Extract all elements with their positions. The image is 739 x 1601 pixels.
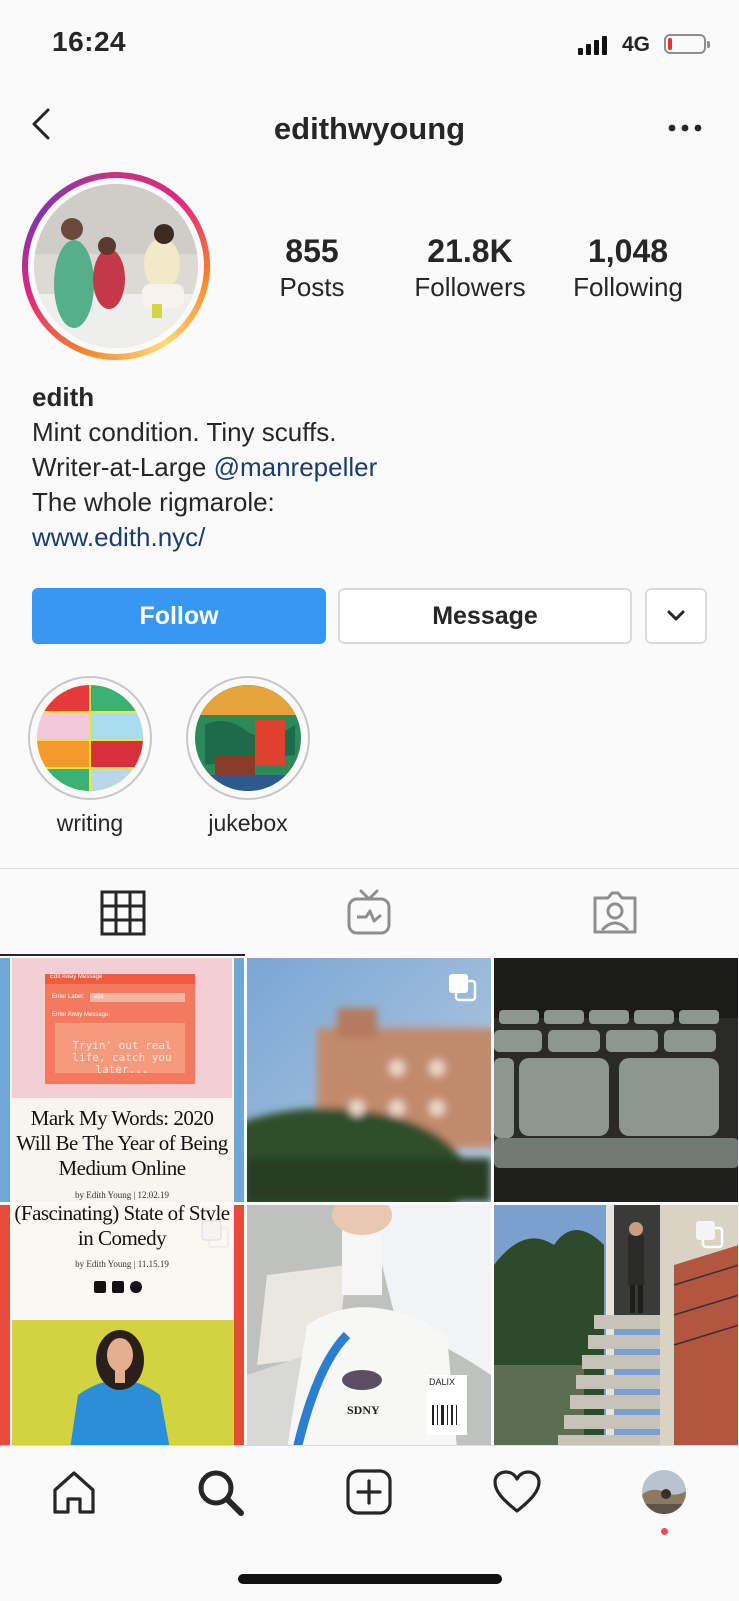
post-thumbnail-6[interactable] xyxy=(494,1205,738,1449)
highlight-cover-writing xyxy=(37,685,143,791)
post-headline: Mark My Words: 2020 Will Be The Year of … xyxy=(16,1106,228,1180)
nav-home[interactable] xyxy=(44,1462,104,1522)
post-dialog-title: Edit Away Message xyxy=(50,974,103,980)
notification-dot xyxy=(661,1528,668,1535)
posts-label: Posts xyxy=(279,272,345,302)
post-field-value: edit xyxy=(94,994,104,1000)
nav-activity[interactable] xyxy=(487,1462,547,1522)
chevron-down-icon xyxy=(667,610,685,621)
home-indicator xyxy=(238,1574,502,1584)
followers-count: 21.8K xyxy=(427,233,513,269)
tab-tagged[interactable] xyxy=(492,870,738,956)
nav-search[interactable] xyxy=(190,1462,250,1522)
grid-icon xyxy=(100,890,146,936)
avatar-photo xyxy=(34,184,198,348)
stat-following[interactable]: 1,048 Following xyxy=(560,232,696,304)
facebook-icon xyxy=(94,1281,106,1293)
stat-followers[interactable]: 21.8K Followers xyxy=(404,232,536,304)
new-post-icon xyxy=(346,1469,392,1515)
ellipsis-icon[interactable] xyxy=(665,118,705,138)
heart-icon xyxy=(493,1470,541,1513)
pinterest-icon xyxy=(130,1281,142,1293)
profile-name: edith xyxy=(32,382,95,412)
bio-line-3: The whole rigmarole: xyxy=(32,487,275,517)
stat-posts[interactable]: 855 Posts xyxy=(262,232,362,304)
home-icon xyxy=(53,1471,95,1514)
highlight-label: jukebox xyxy=(208,810,288,836)
status-time: 16:24 xyxy=(52,26,127,57)
post-thumbnail-4[interactable]: (Fascinating) State of Style in Comedy b… xyxy=(0,1205,244,1449)
byline-date: 12.02.19 xyxy=(137,1190,170,1200)
post-headline: (Fascinating) State of Style in Comedy xyxy=(14,1205,230,1250)
byline-text: by Edith Young xyxy=(75,1259,132,1269)
network-type: 4G xyxy=(622,33,651,56)
multiple-photos-icon xyxy=(696,1221,724,1249)
post-thumbnail-5[interactable]: SDNY DALIX xyxy=(247,1205,491,1449)
mention-link[interactable]: @manrepeller xyxy=(214,452,378,482)
bio-line-2-text: Writer-at-Large xyxy=(32,452,214,482)
post-thumbnail-1[interactable]: Edit Away Message Enter Label: edit Ente… xyxy=(0,958,244,1202)
page-title: edithwyoung xyxy=(273,111,466,146)
nav-profile[interactable] xyxy=(634,1462,694,1522)
profile-avatar[interactable] xyxy=(22,172,210,360)
battery-icon xyxy=(664,34,710,54)
profile-bio: edith Mint condition. Tiny scuffs. Write… xyxy=(32,380,377,555)
highlight-writing[interactable]: writing xyxy=(26,676,154,837)
multiple-photos-icon xyxy=(201,1220,230,1249)
nav-new-post[interactable] xyxy=(339,1462,399,1522)
post-thumbnail-2[interactable] xyxy=(247,958,491,1202)
tab-grid[interactable] xyxy=(0,870,246,956)
bio-line-2: Writer-at-Large @manrepeller xyxy=(32,450,377,485)
post-thumbnail-3[interactable] xyxy=(494,958,738,1202)
post-byline: by Edith Young | 11.15.19 xyxy=(75,1259,169,1269)
suggested-accounts-button[interactable] xyxy=(645,588,707,644)
highlight-label: writing xyxy=(56,810,124,836)
twitter-icon xyxy=(112,1281,124,1293)
social-icons xyxy=(94,1281,142,1293)
divider xyxy=(0,868,739,869)
tagged-icon xyxy=(593,891,637,934)
message-button[interactable]: Message xyxy=(338,588,632,644)
profile-avatar xyxy=(642,1470,686,1514)
bag-text: SDNY xyxy=(347,1403,380,1417)
post-message-text: Tryin' out real life, catch you later... xyxy=(72,1039,172,1076)
byline-date: 11.15.19 xyxy=(137,1259,169,1269)
signal-icon xyxy=(578,35,607,55)
posts-count: 855 xyxy=(285,233,339,269)
tag-text: DALIX xyxy=(429,1377,456,1387)
follow-button[interactable]: Follow xyxy=(32,588,326,644)
search-icon xyxy=(198,1470,244,1516)
byline-text: by Edith Young xyxy=(74,1190,132,1200)
followers-label: Followers xyxy=(414,272,526,302)
post-message-label: Enter Away Message: xyxy=(52,1012,110,1018)
igtv-icon xyxy=(347,889,391,935)
multiple-photos-icon xyxy=(449,974,477,1002)
bio-line-1: Mint condition. Tiny scuffs. xyxy=(32,417,337,447)
website-link[interactable]: www.edith.nyc/ xyxy=(32,520,377,555)
post-field-label: Enter Label: xyxy=(52,994,85,1000)
tab-active-indicator xyxy=(0,954,245,956)
post-byline: by Edith Young | 12.02.19 xyxy=(74,1190,170,1200)
highlight-jukebox[interactable]: jukebox xyxy=(184,676,312,837)
highlight-cover-jukebox xyxy=(195,685,301,791)
following-label: Following xyxy=(573,272,683,302)
following-count: 1,048 xyxy=(587,233,669,269)
tab-igtv[interactable] xyxy=(246,870,492,956)
